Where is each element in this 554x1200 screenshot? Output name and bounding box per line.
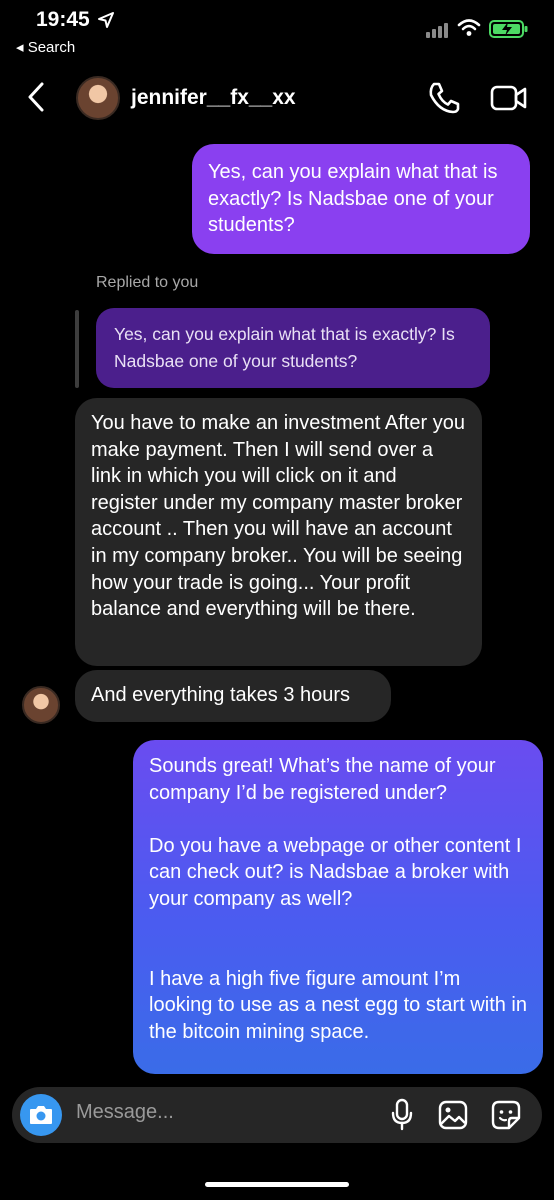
back-chevron-icon[interactable] bbox=[24, 80, 50, 114]
microphone-icon[interactable] bbox=[390, 1098, 414, 1132]
replied-label: Replied to you bbox=[96, 274, 199, 291]
sent-message[interactable]: Yes, can you explain what that is exactl… bbox=[192, 144, 530, 254]
phone-icon[interactable] bbox=[426, 80, 462, 116]
reply-indicator-bar bbox=[75, 310, 79, 388]
gallery-icon[interactable] bbox=[437, 1099, 469, 1131]
status-time: 19:45 bbox=[36, 8, 90, 31]
sent-message[interactable]: Sounds great! What’s the name of your co… bbox=[133, 740, 543, 1074]
received-message[interactable]: And everything takes 3 hours bbox=[75, 670, 391, 722]
sticker-icon[interactable] bbox=[490, 1099, 522, 1131]
camera-icon bbox=[30, 1106, 52, 1124]
wifi-icon bbox=[457, 19, 481, 36]
location-arrow-icon bbox=[98, 12, 114, 28]
quoted-reply[interactable]: Yes, can you explain what that is exactl… bbox=[96, 308, 490, 388]
home-indicator bbox=[205, 1182, 349, 1187]
contact-username[interactable]: jennifer__fx__xx bbox=[131, 86, 296, 110]
received-message[interactable]: You have to make an investment After you… bbox=[75, 398, 482, 666]
battery-charging-icon bbox=[489, 20, 528, 38]
back-to-app-link[interactable]: ◂ Search bbox=[16, 38, 75, 56]
video-camera-icon[interactable] bbox=[490, 82, 528, 114]
message-paragraph: Sounds great! What’s the name of your co… bbox=[149, 755, 496, 804]
sender-avatar[interactable] bbox=[22, 686, 60, 724]
message-input[interactable]: Message... bbox=[76, 1101, 174, 1124]
cellular-signal-icon bbox=[426, 20, 450, 38]
camera-button[interactable] bbox=[20, 1094, 62, 1136]
message-paragraph: Do you have a webpage or other content I… bbox=[149, 834, 522, 910]
message-paragraph: I have a high five figure amount I’m loo… bbox=[149, 967, 527, 1043]
avatar[interactable] bbox=[76, 76, 120, 120]
